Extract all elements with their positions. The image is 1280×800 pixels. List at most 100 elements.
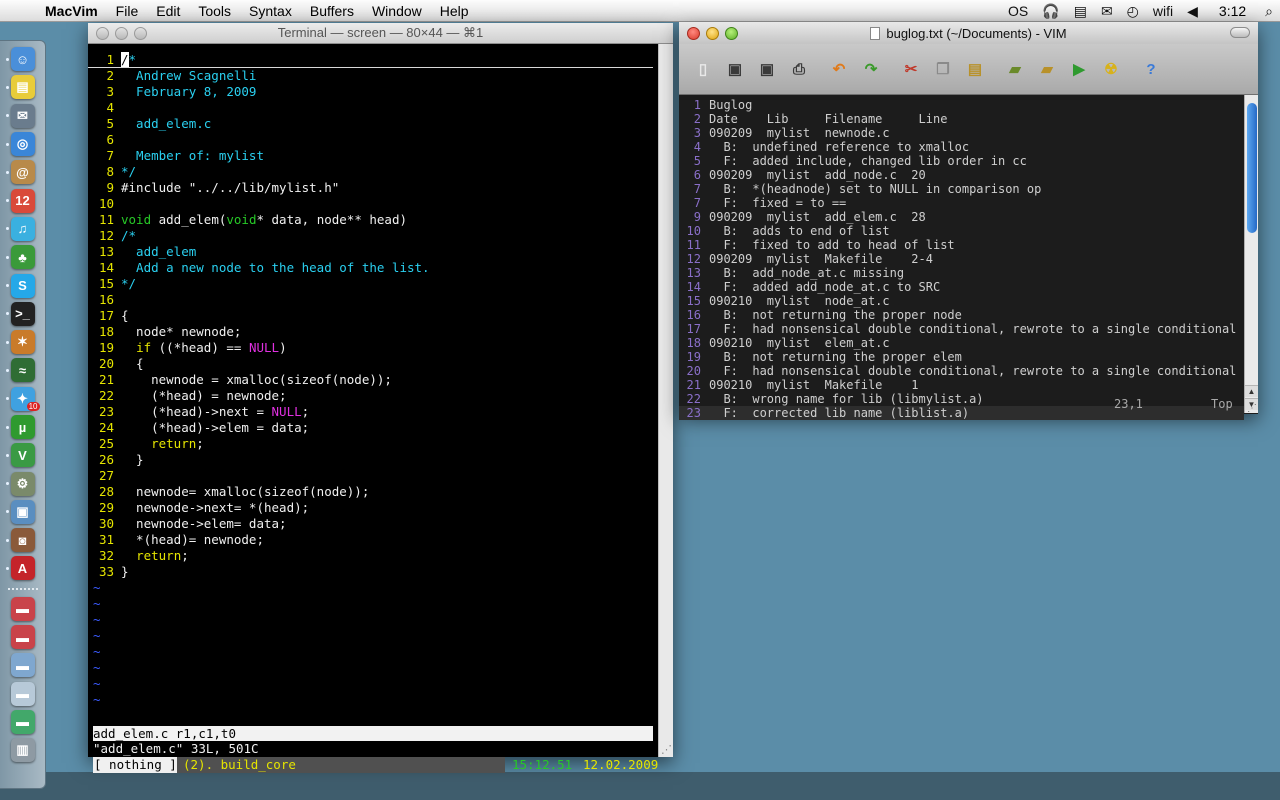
skype-icon[interactable]: S [10,273,35,298]
terminal-scrollbar[interactable] [658,44,673,757]
headphones-icon[interactable]: 🎧 [1035,0,1066,22]
adobe-icon[interactable]: A [10,556,35,581]
utorrent-icon[interactable]: µ [10,415,35,439]
downloads-folder-icon[interactable]: ▬ [10,596,35,621]
applications-folder-icon[interactable]: ▬ [10,625,35,650]
resize-grip-icon[interactable]: ⋰ [1247,403,1257,414]
dock-item-system-prefs[interactable]: ⚙ [5,471,40,496]
menu-buffers[interactable]: Buffers [301,0,363,22]
activity-monitor-icon[interactable]: ≈ [10,358,35,383]
menu-clock[interactable]: 3:12 [1205,3,1258,19]
adium-icon[interactable]: ♣ [10,245,35,270]
address-book-icon[interactable]: @ [10,160,35,185]
photo-booth-icon[interactable]: ◙ [10,528,35,553]
calendar-menu-icon[interactable]: ▤ [1067,0,1094,22]
mail-icon[interactable]: ✉ [10,103,35,128]
run-script-icon[interactable]: ▶ [1067,57,1091,81]
close-button[interactable] [687,26,700,40]
close-button[interactable] [96,26,109,40]
dock-item-music-folder[interactable]: ▬ [6,709,40,734]
help-icon[interactable]: ? [1139,57,1163,81]
dock-item-trash[interactable]: ▥ [6,738,40,763]
dock-item-pictures-folder[interactable]: ▬ [6,681,40,706]
minimize-button[interactable] [115,26,128,40]
stickies-icon[interactable]: ▤ [10,75,35,100]
growl-icon[interactable]: ✶ [10,330,35,355]
ical-icon[interactable]: 12 [10,188,35,213]
time-machine-icon[interactable]: ◴ [1120,0,1146,22]
macvim-icon[interactable]: V [10,443,35,468]
macvim-window[interactable]: buglog.txt (~/Documents) - VIM ▯ ▣ ▣ ⎙ ↶ ↷ ✂ ❐ ▤… [679,22,1258,420]
toolbar-toggle-button[interactable] [1230,27,1250,38]
dock-item-address-book[interactable]: @ [5,160,40,185]
dock-item-applications-folder[interactable]: ▬ [6,624,40,650]
dock-item-skype[interactable]: S [5,273,40,298]
dock-item-preview[interactable]: ▣ [5,499,40,524]
finder-icon[interactable]: ☺ [10,47,35,72]
cut-icon[interactable]: ✂ [899,57,923,81]
print-icon[interactable]: ⎙ [787,57,811,81]
system-prefs-icon[interactable]: ⚙ [10,471,35,496]
terminal-screen[interactable]: 1/* 2 Andrew Scagnelli 3 February 8, 2009 4… [88,44,658,773]
volume-icon[interactable]: ◀ [1180,0,1205,22]
dock-item-utorrent[interactable]: µ [5,414,40,439]
zoom-button[interactable] [725,26,738,40]
dock-item-macvim[interactable]: V [5,443,40,468]
dock-item-itunes[interactable]: ♫ [5,216,40,241]
dock-item-mail[interactable]: ✉ [5,103,40,128]
trash-icon[interactable]: ▥ [10,738,35,763]
save-all-icon[interactable]: ▣ [755,57,779,81]
documents-folder-icon[interactable]: ▬ [10,653,35,678]
terminal-icon[interactable]: >_ [10,301,35,326]
undo-icon[interactable]: ↶ [827,57,851,81]
terminal-window[interactable]: Terminal — screen — 80×44 — ⌘1 1/* 2 Andr… [88,23,673,773]
open-icon[interactable]: ▯ [691,57,715,81]
dock-item-growl[interactable]: ✶ [5,329,40,355]
dock-item-adobe[interactable]: A [5,556,40,581]
make-icon[interactable]: ☢ [1099,57,1123,81]
mail-menu-icon[interactable]: ✉ [1094,0,1120,22]
vim-scrollbar[interactable]: ▲ ▼ [1244,95,1258,413]
spotlight-icon[interactable]: ⌕ [1258,0,1280,22]
dock-item-adium[interactable]: ♣ [5,245,40,270]
minimize-button[interactable] [706,26,719,40]
itunes-icon[interactable]: ♫ [10,216,35,241]
paste-icon[interactable]: ▤ [963,57,987,81]
resize-grip-icon[interactable]: ⋰ [661,743,672,756]
dock-item-documents-folder[interactable]: ▬ [6,653,40,678]
menu-syntax[interactable]: Syntax [240,0,301,22]
dock-item-safari[interactable]: ◎ [5,131,40,157]
vim-text-area[interactable]: 1 Buglog 2 Date Lib Filename Line 3 090209 my… [679,95,1244,420]
scrollbar-thumb[interactable] [1247,103,1257,233]
menu-window[interactable]: Window [363,0,431,22]
save-icon[interactable]: ▣ [723,57,747,81]
pictures-folder-icon[interactable]: ▬ [10,681,35,706]
music-folder-icon[interactable]: ▬ [10,709,35,734]
menu-edit[interactable]: Edit [147,0,189,22]
save-session-icon[interactable]: ▰ [1035,57,1059,81]
dock-item-twitter[interactable]: ✦ 10 [5,386,40,412]
menu-file[interactable]: File [107,0,148,22]
dock-item-finder[interactable]: ☺ [5,47,40,72]
app-menu[interactable]: MacVim [36,0,107,22]
dock-item-photo-booth[interactable]: ◙ [5,528,40,553]
copy-icon[interactable]: ❐ [931,57,955,81]
redo-icon[interactable]: ↷ [859,57,883,81]
zoom-button[interactable] [134,26,147,40]
os-status-icon[interactable]: OS [1001,0,1035,22]
dock-item-activity-monitor[interactable]: ≈ [5,358,40,383]
dock-item-stickies[interactable]: ▤ [5,75,40,100]
terminal-titlebar[interactable]: Terminal — screen — 80×44 — ⌘1 [88,23,673,44]
menu-help[interactable]: Help [431,0,478,22]
menu-tools[interactable]: Tools [189,0,240,22]
load-session-icon[interactable]: ▰ [1003,57,1027,81]
preview-icon[interactable]: ▣ [10,499,35,524]
code-token: add_elem.c [121,116,212,131]
scroll-up-icon[interactable]: ▲ [1245,385,1258,397]
dock-item-terminal[interactable]: >_ [5,301,40,326]
macvim-titlebar[interactable]: buglog.txt (~/Documents) - VIM [679,22,1258,44]
dock-item-downloads-folder[interactable]: ▬ [6,596,40,621]
wifi-icon[interactable]: wifi [1146,0,1180,22]
safari-icon[interactable]: ◎ [10,132,35,157]
dock-item-ical[interactable]: 12 [5,188,40,213]
